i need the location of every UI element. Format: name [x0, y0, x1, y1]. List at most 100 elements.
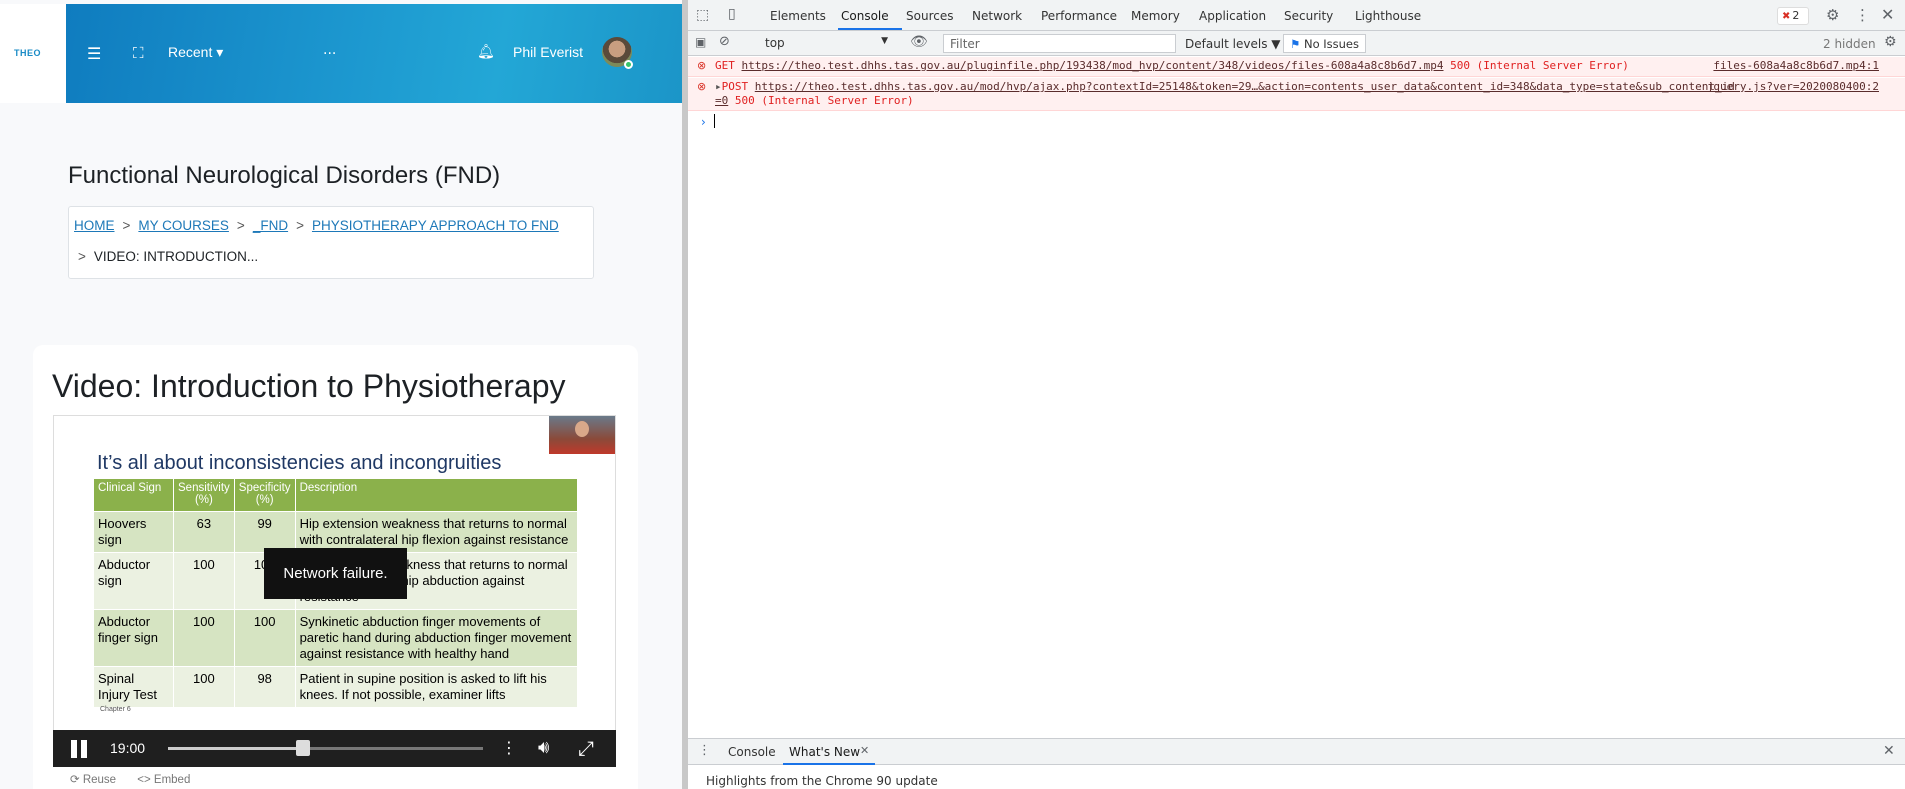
more-menu-icon[interactable]: ···	[323, 46, 336, 62]
recent-dropdown[interactable]: Recent ▾	[168, 44, 223, 61]
breadcrumb-current: VIDEO: INTRODUCTION...	[93, 249, 259, 264]
seek-handle[interactable]	[296, 740, 311, 756]
tab-memory[interactable]: Memory	[1131, 9, 1180, 23]
issues-label: No Issues	[1303, 37, 1359, 51]
table-cell: 100	[173, 552, 235, 610]
embed-button[interactable]: <> Embed	[137, 774, 190, 786]
devtools-tabbar: ⬚ ▯ Elements Console Sources Network Per…	[688, 0, 1905, 31]
close-drawer-icon[interactable]: ✕	[1883, 743, 1895, 759]
issues-button[interactable]: ⚑ No Issues	[1283, 34, 1366, 53]
breadcrumb-physiotherapy[interactable]: PHYSIOTHERAPY APPROACH TO FND	[312, 218, 559, 233]
table-cell: 99	[233, 511, 296, 553]
whats-new-content: Highlights from the Chrome 90 update	[706, 774, 938, 788]
breadcrumb-home[interactable]: HOME	[74, 218, 115, 233]
error-count-badge[interactable]: ✖ 2	[1777, 7, 1809, 25]
tab-application[interactable]: Application	[1199, 9, 1266, 23]
console-toolbar: ▣ ⊘ top ▼ 👁︎ Filter Default levels ▼ ⚑ No…	[688, 31, 1905, 56]
breadcrumb-fnd[interactable]: _FND	[253, 218, 288, 233]
fullscreen-icon[interactable]: ⛶	[133, 44, 144, 62]
request-status: 500 (Internal Server Error)	[1450, 59, 1629, 72]
pause-button[interactable]	[69, 740, 89, 758]
device-toolbar-icon[interactable]: ▯	[728, 6, 736, 22]
video-title: Video: Introduction to Physiotherapy	[52, 368, 566, 404]
table-cell: 63	[173, 511, 235, 553]
active-tab-indicator	[838, 28, 902, 30]
table-header: Description	[294, 478, 579, 512]
devtools-panel: ⬚ ▯ Elements Console Sources Network Per…	[688, 0, 1905, 789]
reuse-button[interactable]: ⟳ Reuse	[70, 774, 116, 786]
table-row: Spinal Injury Test 100 98 Patient in sup…	[93, 666, 579, 708]
presenter-thumbnail	[549, 416, 615, 454]
dropdown-arrow-icon: ▼	[881, 36, 888, 46]
seek-progress	[168, 747, 304, 750]
hamburger-menu-icon[interactable]: ☰	[87, 44, 101, 63]
video-frame[interactable]: It’s all about inconsistencies and incon…	[53, 415, 616, 767]
slide-title: It’s all about inconsistencies and incon…	[97, 452, 502, 474]
h5p-actions: ⟳ Reuse <> Embed	[70, 772, 208, 786]
site-logo[interactable]: THEO	[14, 48, 41, 58]
breadcrumb-my-courses[interactable]: MY COURSES	[138, 218, 229, 233]
tab-performance[interactable]: Performance	[1041, 9, 1117, 23]
console-prompt-icon: ›	[701, 115, 706, 129]
console-error-row[interactable]: ⊗ GET https://theo.test.dhhs.tas.gov.au/…	[688, 57, 1905, 77]
tab-elements[interactable]: Elements	[770, 9, 826, 23]
tab-lighthouse[interactable]: Lighthouse	[1355, 9, 1421, 23]
request-status: 500 (Internal Server Error)	[734, 94, 914, 107]
drawer-tab-console[interactable]: Console	[728, 745, 776, 759]
active-drawer-tab-indicator	[783, 763, 875, 765]
user-name[interactable]: Phil Everist	[513, 44, 583, 60]
tab-console[interactable]: Console	[841, 9, 889, 23]
log-levels-dropdown[interactable]: Default levels ▼	[1185, 37, 1281, 51]
eye-icon[interactable]: 👁︎	[910, 34, 928, 50]
close-tab-icon[interactable]: ✕	[860, 744, 869, 757]
tab-security[interactable]: Security	[1284, 9, 1333, 23]
console-error-row[interactable]: ⊗ ▸POST https://theo.test.dhhs.tas.gov.a…	[688, 78, 1905, 111]
time-display: 19:00	[110, 740, 146, 756]
table-header: Sensitivity (%)	[173, 478, 235, 512]
bell-icon[interactable]: 🔔︎	[477, 44, 495, 60]
gear-icon[interactable]: ⚙	[1826, 6, 1839, 24]
breadcrumb-separator: >	[296, 218, 304, 233]
sidebar-toggle-icon[interactable]: ▣	[695, 35, 706, 49]
table-cell: Spinal Injury Test	[93, 666, 174, 708]
inspect-element-icon[interactable]: ⬚	[696, 7, 709, 23]
breadcrumb-separator: >	[236, 218, 245, 233]
slide-caption: Chapter 6	[100, 706, 131, 713]
table-cell: Abductor finger sign	[93, 609, 174, 667]
request-url[interactable]: https://theo.test.dhhs.tas.gov.au/plugin…	[742, 59, 1444, 72]
console-input[interactable]	[714, 114, 715, 128]
online-status-dot	[624, 60, 633, 69]
tab-sources[interactable]: Sources	[906, 9, 953, 23]
seek-bar[interactable]	[168, 740, 483, 756]
console-settings-gear-icon[interactable]: ⚙	[1884, 34, 1897, 50]
error-count: 2	[1792, 9, 1800, 22]
error-icon: ⊗	[697, 80, 707, 93]
table-cell: 100	[173, 609, 235, 667]
table-cell: Hoovers sign	[93, 511, 174, 553]
filter-input[interactable]: Filter	[943, 34, 1176, 53]
drawer-menu-icon[interactable]: ⋮	[698, 743, 711, 758]
table-cell: 100	[233, 609, 296, 667]
source-link[interactable]: files-608a4a8c8b6d7.mp4:1	[1713, 59, 1879, 72]
source-link[interactable]: jquery.js?ver=2020080400:2	[1707, 80, 1879, 93]
volume-icon[interactable]: 🔊︎	[538, 737, 549, 758]
clear-console-icon[interactable]: ⊘	[719, 34, 730, 49]
close-icon[interactable]: ✕	[1881, 5, 1894, 24]
course-title: Functional Neurological Disorders (FND)	[68, 162, 501, 189]
table-cell: 100	[173, 666, 235, 708]
table-cell: Abductor sign	[93, 552, 174, 610]
fullscreen-expand-icon[interactable]: ⤢	[578, 736, 594, 760]
context-selector[interactable]: top ▼	[760, 34, 892, 53]
logo-area[interactable]: THEO	[0, 4, 66, 103]
table-cell: 98	[233, 666, 296, 708]
expand-arrow-icon[interactable]: ▸	[715, 80, 722, 93]
tab-network[interactable]: Network	[972, 9, 1022, 23]
request-method: POST	[721, 80, 749, 93]
more-options-icon[interactable]: ⋮	[501, 738, 517, 757]
error-overlay: Network failure.	[264, 548, 407, 599]
table-row: Hoovers sign 63 99 Hip extension weaknes…	[93, 511, 579, 553]
drawer-tab-whats-new[interactable]: What's New	[789, 745, 860, 759]
hidden-count: 2 hidden	[1823, 37, 1876, 51]
web-page: THEO ☰ ⛶ Recent ▾ ··· 🔔︎ Phil Everist Fu…	[0, 0, 682, 789]
kebab-menu-icon[interactable]: ⋮	[1855, 6, 1870, 24]
